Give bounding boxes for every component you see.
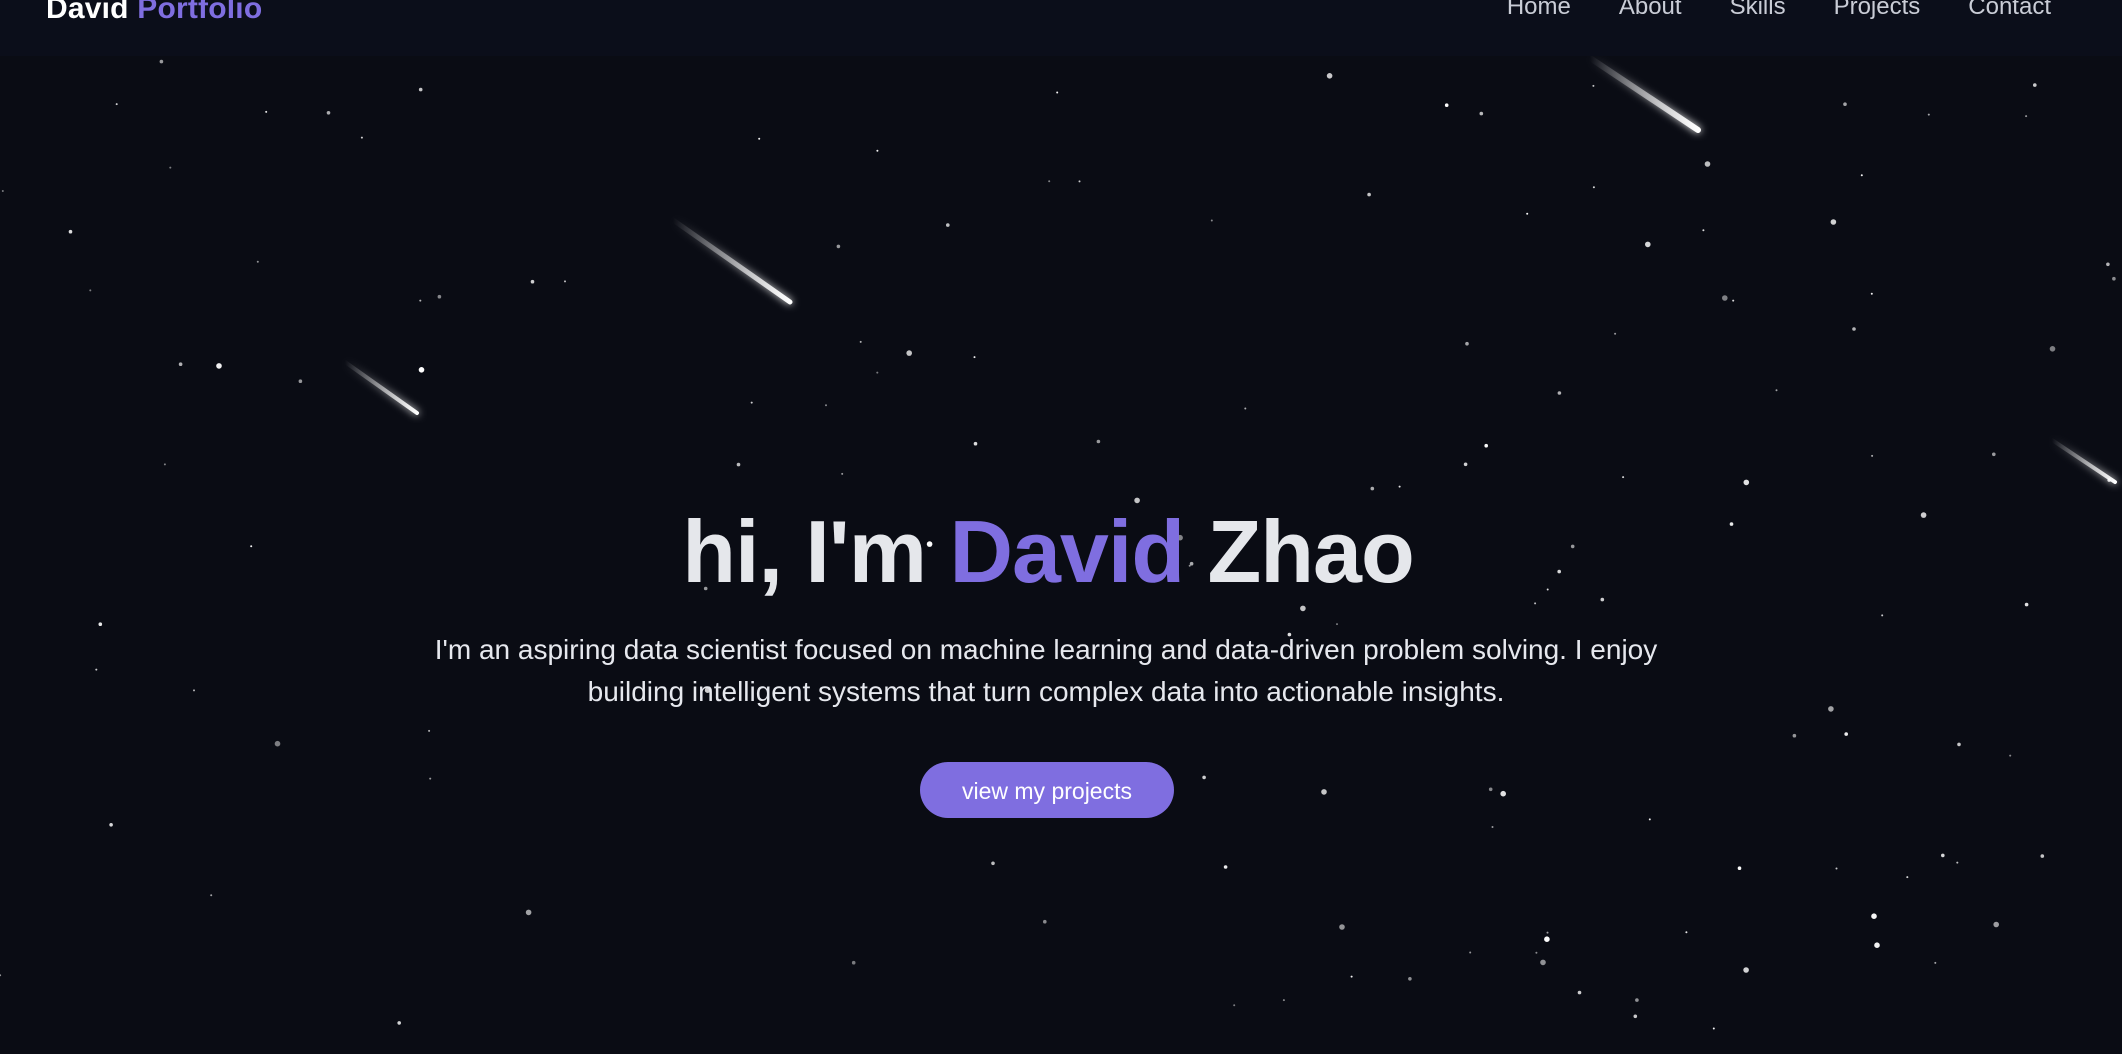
hero-section: hi, I'm David Zhao I'm an aspiring data …	[0, 0, 2122, 1054]
brand-second-word: Portfolio	[137, 0, 263, 25]
nav-link-home[interactable]: Home	[1507, 0, 1571, 22]
nav-link-projects[interactable]: Projects	[1834, 0, 1921, 22]
hero-subtitle: I'm an aspiring data scientist focused o…	[434, 634, 1658, 707]
brand-first-word: David	[46, 0, 129, 25]
nav-link-skills[interactable]: Skills	[1730, 0, 1786, 22]
hero-title-prefix: hi, I'm	[682, 502, 927, 601]
nav-links: Home About Skills Projects Contact	[1459, 0, 2051, 22]
hero-title: hi, I'm David Zhao	[0, 500, 2096, 604]
nav-link-contact[interactable]: Contact	[1968, 0, 2051, 22]
brand-logo[interactable]: David Portfolio	[46, 0, 262, 24]
hero-title-highlight: David	[949, 502, 1185, 601]
portfolio-page: David Portfolio Home About Skills Projec…	[0, 0, 2122, 1054]
top-navbar: David Portfolio Home About Skills Projec…	[0, 0, 2122, 56]
hero-title-suffix: Zhao	[1207, 502, 1415, 601]
nav-link-about[interactable]: About	[1619, 0, 1682, 22]
view-projects-button[interactable]: view my projects	[920, 762, 1174, 818]
